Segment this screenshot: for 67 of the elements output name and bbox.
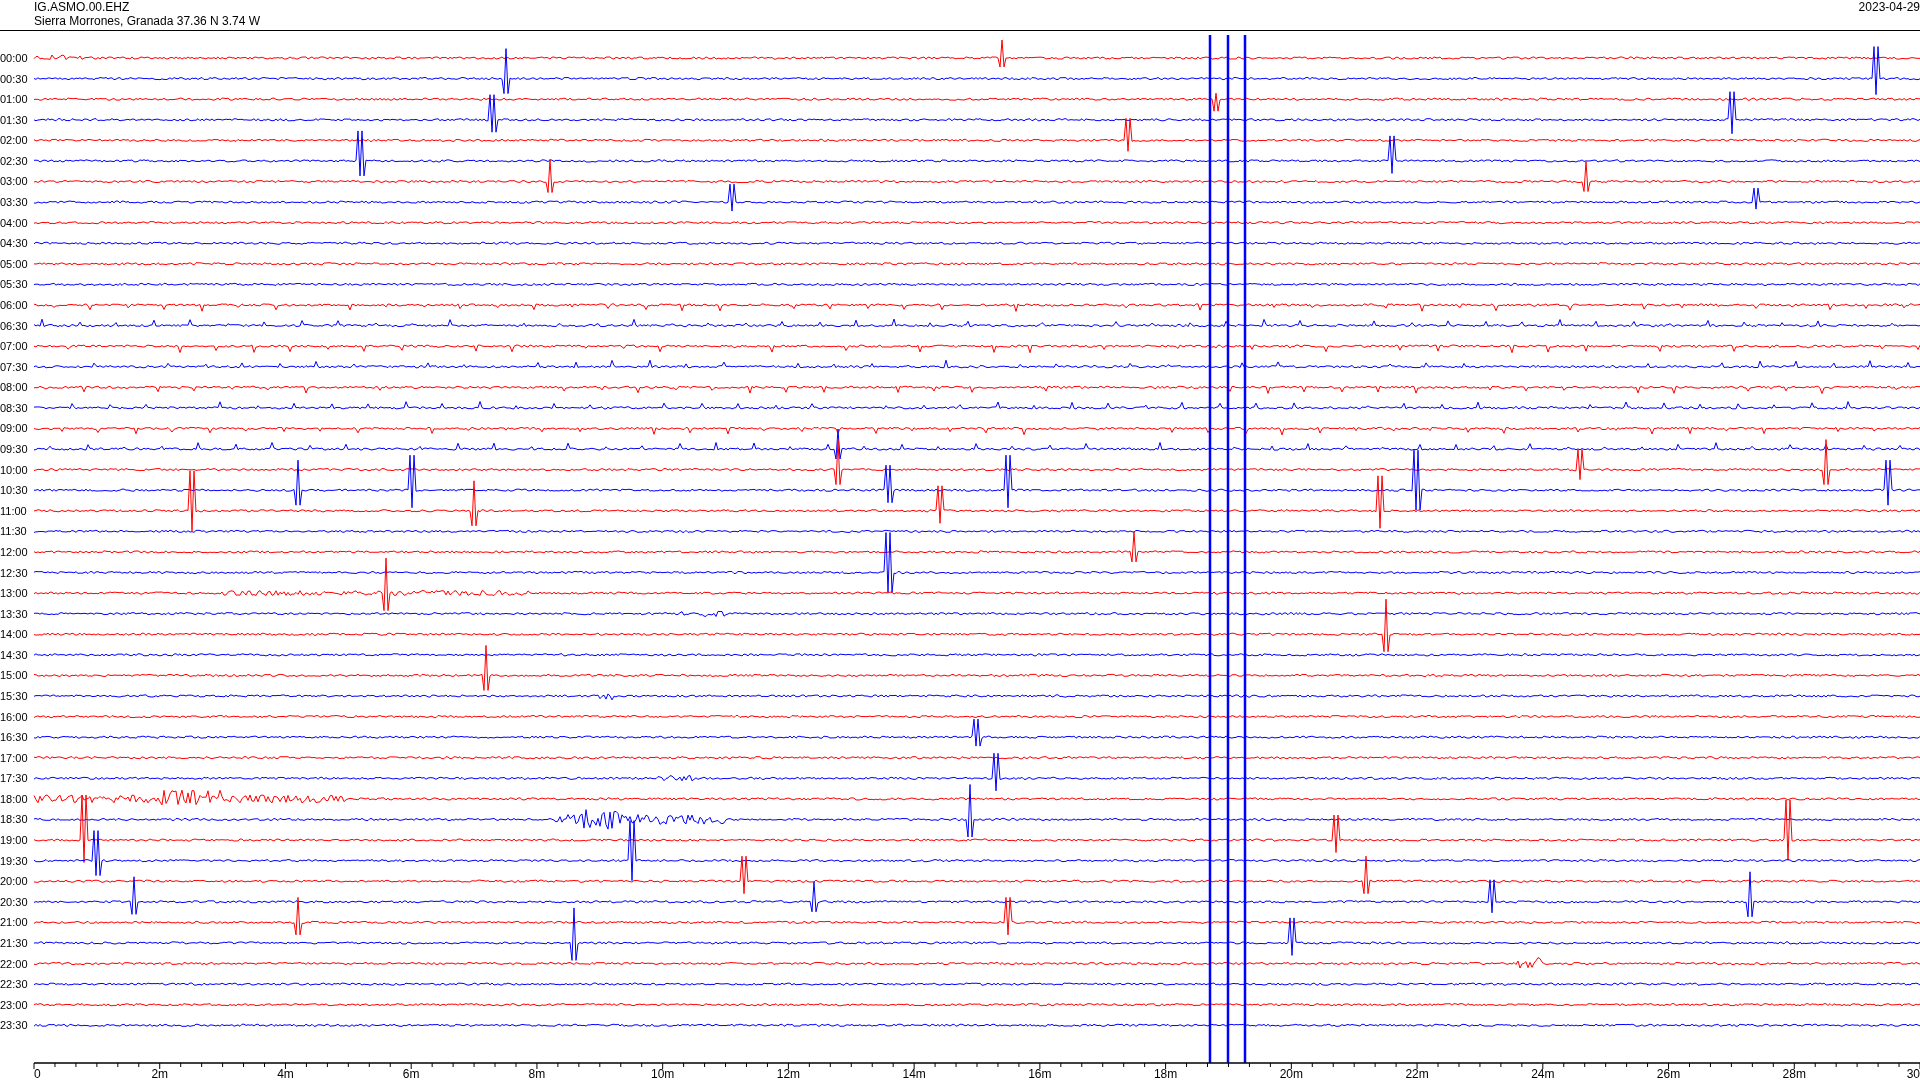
axis-tick-label: 10m: [651, 1067, 675, 1080]
row-time-label: 22:00: [0, 957, 28, 970]
row-time-label: 04:30: [0, 237, 28, 250]
row-time-label: 13:30: [0, 607, 28, 620]
axis-tick-label: 26m: [1656, 1067, 1681, 1080]
axis-tick-label: 24m: [1531, 1067, 1555, 1080]
row-time-label: 16:30: [0, 731, 28, 744]
station-location: Sierra Morrones, Granada 37.36 N 3.74 W: [34, 14, 261, 28]
row-time-label: 05:30: [0, 278, 28, 291]
row-time-label: 20:30: [0, 895, 28, 908]
row-time-label: 21:00: [0, 916, 28, 929]
axis-tick-label: 12m: [776, 1067, 801, 1080]
row-time-label: 09:00: [0, 422, 28, 435]
row-time-label: 01:30: [0, 113, 28, 126]
row-time-label: 02:00: [0, 134, 28, 147]
row-time-label: 10:00: [0, 463, 28, 476]
row-time-label: 07:30: [0, 360, 28, 373]
row-time-label: 06:30: [0, 319, 28, 332]
row-time-label: 21:30: [0, 936, 28, 949]
axis-tick-label: 8m: [528, 1067, 546, 1080]
axis-tick-label: 20m: [1279, 1067, 1303, 1080]
row-time-label: 17:00: [0, 751, 28, 764]
axis-tick-label: 14m: [902, 1067, 926, 1080]
axis-tick-label: 6m: [402, 1067, 420, 1080]
row-time-label: 23:30: [0, 1019, 28, 1032]
axis-tick-label: 22m: [1405, 1067, 1429, 1080]
channel-code: IG.ASMO.00.EHZ: [34, 0, 131, 14]
row-time-label: 05:00: [0, 257, 28, 270]
row-time-label: 09:30: [0, 443, 28, 455]
row-time-label: 14:00: [0, 628, 28, 641]
row-time-label: 22:30: [0, 978, 28, 991]
row-time-label: 11:30: [0, 525, 27, 538]
row-time-label: 08:00: [0, 381, 28, 394]
row-time-label: 13:00: [0, 587, 28, 600]
row-time-label: 14:30: [0, 648, 28, 661]
row-time-label: 07:00: [0, 340, 28, 353]
row-time-label: 18:30: [0, 813, 28, 826]
row-time-label: 15:30: [0, 690, 28, 702]
row-time-label: 12:30: [0, 566, 28, 579]
axis-tick-label: 30: [1906, 1067, 1920, 1080]
date-label: 2023-04-29: [1858, 0, 1920, 14]
row-time-label: 15:00: [0, 669, 28, 682]
row-time-label: 11:00: [0, 504, 27, 517]
row-time-label: 03:00: [0, 175, 28, 188]
row-time-label: 01:00: [0, 93, 28, 106]
row-time-label: 23:00: [0, 998, 28, 1011]
axis-tick-label: 28m: [1782, 1067, 1806, 1080]
axis-tick-label: 0: [34, 1067, 41, 1080]
row-time-label: 16:00: [0, 710, 28, 723]
row-time-label: 12:00: [0, 545, 28, 558]
axis-tick-label: 18m: [1153, 1067, 1178, 1080]
row-time-label: 18:00: [0, 792, 28, 805]
row-time-label: 00:00: [0, 52, 28, 64]
row-time-label: 17:30: [0, 772, 28, 785]
row-time-label: 04:00: [0, 216, 28, 229]
row-time-label: 19:00: [0, 834, 28, 847]
axis-tick-label: 4m: [277, 1067, 294, 1080]
row-time-label: 20:00: [0, 875, 28, 888]
row-time-label: 10:30: [0, 484, 28, 497]
row-time-label: 02:30: [0, 154, 28, 167]
row-time-label: 19:30: [0, 854, 28, 867]
row-time-label: 00:30: [0, 72, 28, 85]
row-time-label: 03:30: [0, 196, 28, 209]
row-time-label: 08:30: [0, 401, 28, 414]
row-time-label: 06:00: [0, 298, 28, 311]
axis-tick-label: 16m: [1028, 1067, 1052, 1080]
axis-tick-label: 2m: [151, 1067, 169, 1080]
